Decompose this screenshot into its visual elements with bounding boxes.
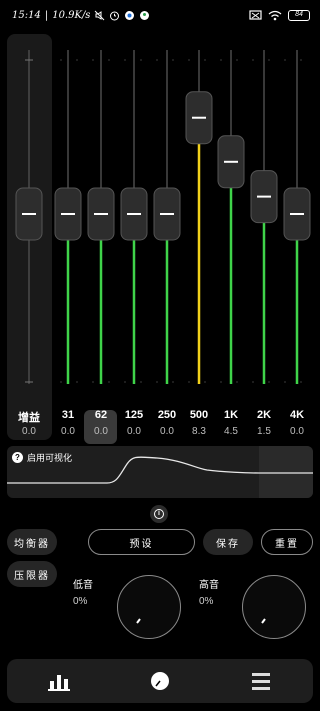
status-time: 15:14 xyxy=(12,10,41,21)
alarm-icon xyxy=(110,11,120,21)
presets-button[interactable]: 预设 xyxy=(88,529,195,555)
wifi-icon xyxy=(268,10,282,21)
screen-cast-icon xyxy=(249,10,262,20)
band-value: 4.5 xyxy=(224,426,238,437)
browser-icon xyxy=(125,11,135,20)
band-label[interactable]: 62 xyxy=(84,409,118,421)
bass-label: 低音 xyxy=(73,580,93,591)
gain-value: 0.0 xyxy=(22,426,36,437)
band-label[interactable]: 1K xyxy=(214,409,248,421)
menu-icon xyxy=(252,673,270,690)
treble-knob[interactable] xyxy=(242,575,306,639)
mute-icon xyxy=(95,10,105,21)
nav-knob[interactable] xyxy=(110,659,210,703)
limiter-button[interactable]: 压限器 xyxy=(7,561,57,587)
equalizer-sliders[interactable] xyxy=(0,34,320,404)
visualizer-toggle[interactable]: ? 启用可视化 xyxy=(12,451,72,464)
info-icon: i xyxy=(154,509,164,519)
nav-equalizer[interactable] xyxy=(9,659,109,703)
band-label[interactable]: 31 xyxy=(51,409,85,421)
app-icon xyxy=(140,11,150,20)
bass-knob[interactable] xyxy=(117,575,181,639)
band-value: 1.5 xyxy=(257,426,271,437)
bass-knob-indicator xyxy=(136,618,141,624)
nav-menu[interactable] xyxy=(211,659,311,703)
visualizer-label: 启用可视化 xyxy=(27,453,73,463)
band-value: 0.0 xyxy=(61,426,75,437)
equalizer-panel: 增益 0.0 31 0.0 62 0.0 125 0.0 250 0.0 500 8.3 1K 4.5… xyxy=(0,34,320,444)
band-label[interactable]: 2K xyxy=(247,409,281,421)
status-right: 84 xyxy=(249,10,310,21)
status-bar: 15:14 | 10.9K/s 84 xyxy=(0,0,320,34)
band-value: 0.0 xyxy=(160,426,174,437)
treble-label: 高音 xyxy=(199,580,219,591)
status-speed: 10.9K/s xyxy=(52,10,91,21)
band-value: 0.0 xyxy=(290,426,304,437)
help-icon[interactable]: ? xyxy=(12,452,23,463)
band-label[interactable]: 125 xyxy=(117,409,151,421)
knob-icon xyxy=(151,672,169,690)
bass-value: 0% xyxy=(73,596,88,607)
equalizer-button[interactable]: 均衡器 xyxy=(7,529,57,555)
treble-value: 0% xyxy=(199,596,214,607)
band-label[interactable]: 4K xyxy=(280,409,314,421)
status-divider: | xyxy=(44,10,49,21)
band-value: 0.0 xyxy=(94,426,108,437)
visualizer-panel[interactable]: ? 启用可视化 xyxy=(7,446,313,498)
band-label[interactable]: 250 xyxy=(150,409,184,421)
battery-icon: 84 xyxy=(288,10,310,21)
band-value: 0.0 xyxy=(127,426,141,437)
reset-button[interactable]: 重置 xyxy=(261,529,313,555)
save-button[interactable]: 保存 xyxy=(203,529,253,555)
band-label[interactable]: 500 xyxy=(182,409,216,421)
bottom-nav xyxy=(7,659,313,703)
status-left: 15:14 | 10.9K/s xyxy=(12,10,150,21)
gain-label: 增益 xyxy=(18,412,40,424)
band-value: 8.3 xyxy=(192,426,206,437)
info-button[interactable]: i xyxy=(150,505,168,523)
equalizer-bars-icon xyxy=(48,675,70,691)
treble-knob-indicator xyxy=(261,618,266,624)
